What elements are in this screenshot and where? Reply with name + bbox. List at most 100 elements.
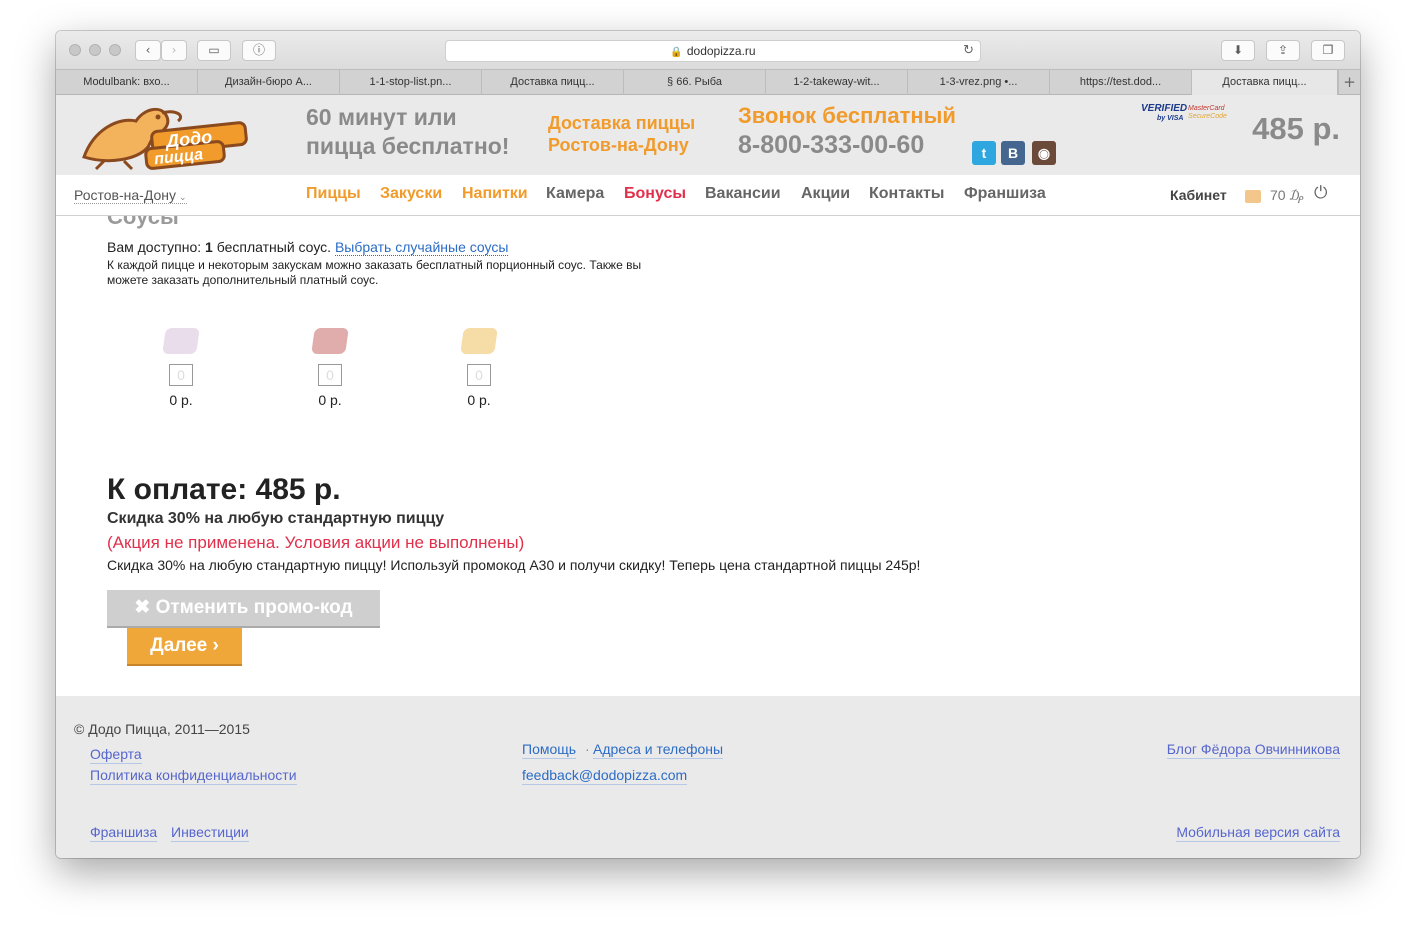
tab-6[interactable]: 1-2-takeway-wit... [766,70,908,95]
free-call-label: Звонок бесплатный [738,103,956,128]
nav-snacks[interactable]: Закуски [380,185,442,203]
mastercard-line-2: SecureCode [1188,113,1227,120]
tabs-icon: ❐ [1322,43,1334,57]
instagram-icon[interactable]: ◉ [1032,141,1056,165]
sauce-price: 0 р. [169,392,193,408]
sauce-cup-image [162,328,200,354]
delivery-city: Доставка пиццы Ростов-на-Дону [548,112,695,156]
back-button[interactable]: ‹ [135,40,161,61]
dodo-logo[interactable]: Додо пицца [74,99,249,171]
city-label: Ростов-на-Дону [74,187,176,203]
browser-toolbar: ‹ › ▭ ⓘ 🔒 dodopizza.ru ↻ ⬇ ⇪ ❐ [56,31,1360,69]
payment-total: К оплате: 485 р. [107,473,341,506]
address-bar[interactable]: 🔒 dodopizza.ru ↻ [445,40,981,62]
tab-7[interactable]: 1-3-vrez.png •... [908,70,1050,95]
footer-separator: · [585,741,590,757]
phone-number[interactable]: 8-800-333-00-60 [738,130,924,160]
mobile-version-link[interactable]: Мобильная версия сайта [1176,824,1340,842]
sauce-item: 0 0 р. [151,328,211,408]
sauce-item: 0 0 р. [449,328,509,408]
nav-franchise[interactable]: Франшиза [964,185,1046,203]
downloads-button[interactable]: ⬇ [1221,40,1255,61]
copyright: © Додо Пицца, 2011—2015 [74,721,250,737]
zoom-window-button[interactable] [109,44,121,56]
main-nav: Ростов-на-Дону ⌄ Пиццы Закуски Напитки Ка… [56,175,1360,216]
sidebar-button[interactable]: ▭ [197,40,231,61]
sauces-available: Вам доступно: 1 бесплатный соус. Выбрать… [107,239,509,256]
lock-icon: 🔒 [670,47,683,58]
sauce-item: 0 0 р. [300,328,360,408]
address-url: dodopizza.ru [686,44,756,58]
close-window-button[interactable] [69,44,81,56]
tab-8[interactable]: https://test.dod... [1050,70,1192,95]
minimize-window-button[interactable] [89,44,101,56]
offer-link[interactable]: Оферта [90,746,142,764]
download-icon: ⬇ [1232,43,1244,57]
verified-sub: by VISA [1157,115,1184,122]
nav-pizzas[interactable]: Пиццы [306,185,361,203]
reader-button[interactable]: ⓘ [242,40,276,61]
browser-window: ‹ › ▭ ⓘ 🔒 dodopizza.ru ↻ ⬇ ⇪ ❐ Modulbank:… [56,31,1360,858]
tab-4[interactable]: Доставка пицц... [482,70,624,95]
share-icon: ⇪ [1277,43,1289,57]
random-sauces-link[interactable]: Выбрать случайные соусы [334,239,509,256]
nav-bonuses[interactable]: Бонусы [624,185,686,203]
mastercard-securecode-logo: MasterCard SecureCode [1188,105,1227,121]
help-link[interactable]: Помощь [522,741,577,759]
sauce-qty-input[interactable]: 0 [169,364,193,386]
mastercard-line-1: MasterCard [1188,105,1225,112]
info-icon: ⓘ [252,43,265,57]
available-suffix: бесплатный соус. [216,239,332,255]
sauce-qty-input[interactable]: 0 [318,364,342,386]
plus-icon: + [1343,73,1356,91]
tab-9-active[interactable]: Доставка пицц... [1192,70,1338,95]
next-button[interactable]: Далее › [127,628,242,666]
power-icon[interactable]: ⏻ [1314,183,1334,203]
privacy-link[interactable]: Политика конфиденциальности [90,767,297,785]
tab-1[interactable]: Modulbank: вхо... [56,70,198,95]
chevron-down-icon: ⌄ [179,193,187,203]
nav-contacts[interactable]: Контакты [869,185,944,203]
bonus-balance: 70 ₯ [1270,187,1304,203]
available-prefix: Вам доступно: [107,239,202,255]
cabinet-link[interactable]: Кабинет [1170,187,1227,203]
nav-camera[interactable]: Камера [546,185,604,203]
vkontakte-icon[interactable]: B [1001,141,1025,165]
slogan-line-2: пицца бесплатно! [306,133,510,159]
sauces-description: К каждой пицце и некоторым закускам можн… [107,258,642,287]
sauce-price: 0 р. [467,392,491,408]
chevron-right-icon: › [171,43,177,57]
franchise-link[interactable]: Франшиза [90,824,158,842]
tabs-overview-button[interactable]: ❐ [1311,40,1345,61]
nav-promotions[interactable]: Акции [801,185,850,203]
investments-link[interactable]: Инвестиции [171,824,249,842]
site-header: Додо пицца 60 минут или пицца бесплатно!… [56,95,1360,175]
cart-total[interactable]: 485 р. [1252,111,1340,147]
tab-5[interactable]: § 66. Рыба [624,70,766,95]
nav-vacancies[interactable]: Вакансии [705,185,781,203]
sauce-qty-input[interactable]: 0 [467,364,491,386]
twitter-icon[interactable]: t [972,141,996,165]
promo-name: Скидка 30% на любую стандартную пиццу [107,510,445,527]
promo-warning: (Акция не применена. Условия акции не вы… [107,533,525,552]
city-selector[interactable]: Ростов-на-Дону ⌄ [74,187,187,204]
chevron-left-icon: ‹ [145,43,151,57]
sidebar-icon: ▭ [208,43,220,57]
available-count: 1 [205,239,213,255]
tab-3[interactable]: 1-1-stop-list.pn... [340,70,482,95]
sauce-cup-image [460,328,498,354]
addresses-link[interactable]: Адреса и телефоны [593,741,724,759]
slogan: 60 минут или пицца бесплатно! [306,103,509,161]
new-tab-button[interactable]: + [1338,70,1360,95]
order-content: Соусы Вам доступно: 1 бесплатный соус. В… [56,216,1360,696]
sauces-title: Соусы [107,216,179,229]
cancel-promo-button[interactable]: ✖ Отменить промо-код [107,590,380,628]
forward-button[interactable]: › [161,40,187,61]
nav-drinks[interactable]: Напитки [462,185,528,203]
tab-2[interactable]: Дизайн-бюро А... [198,70,340,95]
feedback-email-link[interactable]: feedback@dodopizza.com [522,767,688,785]
reload-icon[interactable]: ↻ [963,41,974,61]
share-button[interactable]: ⇪ [1266,40,1300,61]
blog-link[interactable]: Блог Фёдора Овчинникова [1166,741,1340,759]
verified-text: VERIFIED [1141,103,1188,114]
